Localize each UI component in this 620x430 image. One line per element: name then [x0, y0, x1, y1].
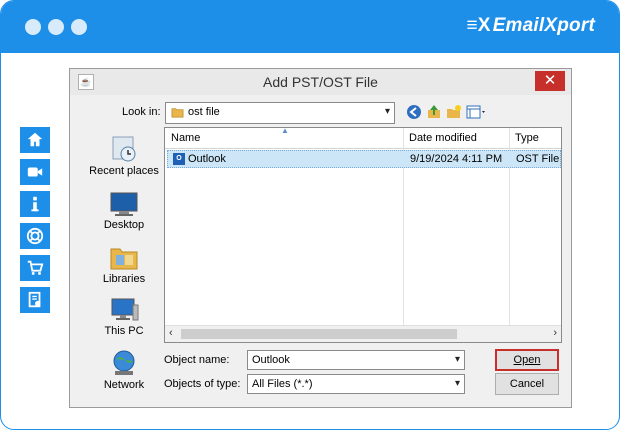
place-label: This PC	[104, 325, 144, 337]
place-label: Libraries	[102, 273, 146, 285]
window-dot-3[interactable]	[71, 19, 87, 35]
chevron-down-icon: ▾	[384, 106, 390, 117]
window-dot-2[interactable]	[48, 19, 64, 35]
add-file-dialog: ☕ Add PST/OST File ✕ Look in: ost file ▾…	[69, 68, 572, 408]
new-folder-icon[interactable]	[446, 104, 462, 120]
object-type-value: All Files (*.*)	[252, 378, 313, 390]
sidebar-support-button[interactable]	[20, 223, 50, 249]
place-label: Recent places	[89, 165, 159, 177]
scroll-left-icon[interactable]: ‹	[169, 327, 173, 339]
open-button[interactable]: Open	[495, 349, 559, 371]
sidebar	[20, 127, 50, 319]
object-name-input[interactable]: Outlook ▾	[247, 350, 465, 370]
sidebar-home-button[interactable]	[20, 127, 50, 153]
up-folder-icon[interactable]	[426, 104, 442, 120]
desktop-icon	[110, 192, 138, 216]
cart-icon	[27, 260, 44, 275]
window-dot-1[interactable]	[25, 19, 41, 35]
object-type-dropdown[interactable]: All Files (*.*) ▾	[247, 374, 465, 394]
view-menu-icon[interactable]	[466, 104, 488, 120]
column-date-modified[interactable]: Date modified	[409, 132, 477, 144]
brand-name: EmailXport	[492, 15, 595, 36]
lookin-dropdown[interactable]: ost file ▾	[165, 102, 395, 124]
file-list-header: ▲ Name Date modified Type	[165, 126, 561, 149]
back-icon[interactable]	[406, 104, 422, 120]
title-bar: ≡X EmailXport	[1, 1, 619, 53]
column-type[interactable]: Type	[515, 132, 539, 144]
place-network[interactable]: Network	[84, 349, 164, 391]
video-icon	[27, 167, 43, 177]
object-name-value: Outlook	[252, 354, 290, 366]
open-label: Open	[513, 354, 541, 366]
object-type-label: Objects of type:	[164, 378, 241, 390]
file-date: 9/19/2024 4:11 PM	[410, 153, 503, 165]
file-list[interactable]: ▲ Name Date modified Type O Outlook 9/19…	[164, 126, 562, 343]
place-recent[interactable]: Recent places	[84, 135, 164, 177]
place-label: Network	[103, 379, 145, 391]
close-button[interactable]: ✕	[535, 71, 565, 91]
object-name-label: Object name:	[164, 354, 230, 366]
ost-file-icon: O	[173, 153, 185, 165]
license-icon	[28, 291, 41, 308]
place-desktop[interactable]: Desktop	[84, 191, 164, 231]
folder-icon	[171, 108, 184, 118]
sidebar-info-button[interactable]	[20, 191, 50, 217]
libraries-icon	[110, 248, 138, 270]
file-name: Outlook	[188, 153, 226, 165]
dialog-title-bar: ☕ Add PST/OST File ✕	[70, 69, 571, 95]
sidebar-license-button[interactable]	[20, 287, 50, 313]
horizontal-scrollbar[interactable]: ‹ ›	[165, 325, 561, 342]
close-icon: ✕	[543, 72, 557, 89]
brand-logo: ≡X EmailXport	[467, 15, 595, 37]
app-window: ≡X EmailXport ☕ Add PST/OST File ✕ Look i…	[0, 0, 620, 430]
info-icon	[31, 196, 39, 212]
place-this-pc[interactable]: This PC	[84, 297, 164, 337]
sort-ascending-icon: ▲	[281, 126, 289, 135]
chevron-down-icon: ▾	[454, 354, 460, 365]
logo-mark-icon: ≡X	[466, 15, 491, 36]
place-libraries[interactable]: Libraries	[84, 243, 164, 285]
sidebar-video-button[interactable]	[20, 159, 50, 185]
lookin-value: ost file	[188, 106, 220, 118]
support-icon	[26, 227, 44, 245]
sidebar-cart-button[interactable]	[20, 255, 50, 281]
scroll-right-icon[interactable]: ›	[553, 327, 557, 339]
computer-icon	[111, 298, 139, 321]
scrollbar-thumb[interactable]	[181, 329, 457, 339]
place-label: Desktop	[103, 219, 145, 231]
file-row[interactable]: O Outlook 9/19/2024 4:11 PM OST File	[167, 150, 561, 168]
file-type: OST File	[516, 153, 560, 165]
home-icon	[27, 132, 43, 147]
column-name[interactable]: Name	[171, 132, 200, 144]
recent-places-icon	[112, 136, 136, 162]
lookin-label: Look in:	[122, 106, 161, 118]
cancel-button[interactable]: Cancel	[495, 373, 559, 395]
network-icon	[113, 350, 135, 375]
chevron-down-icon: ▾	[454, 378, 460, 389]
dialog-title: Add PST/OST File	[263, 74, 378, 90]
